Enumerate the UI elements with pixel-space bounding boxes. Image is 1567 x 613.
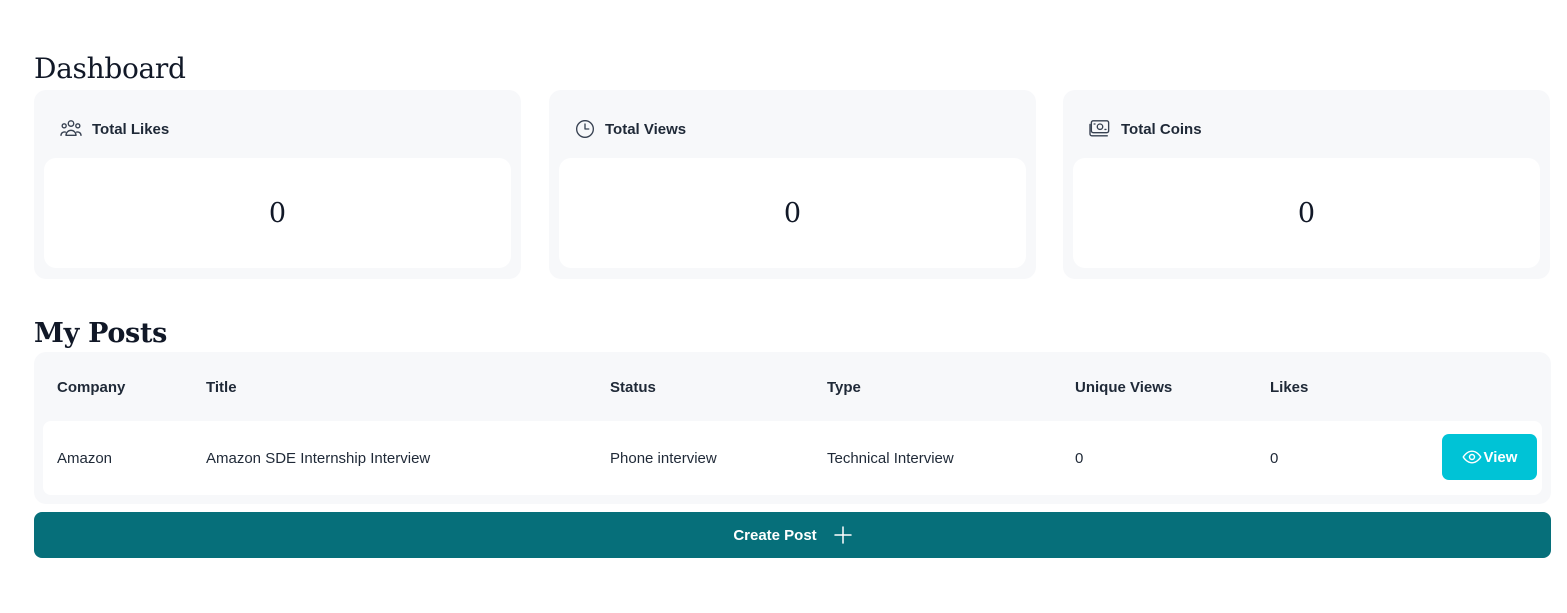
column-header-title: Title [206, 379, 237, 396]
stat-value-box: 0 [1073, 158, 1540, 268]
cell-title: Amazon SDE Internship Interview [206, 450, 431, 467]
stat-card-total-views: Total Views 0 [549, 90, 1036, 279]
stat-value-box: 0 [44, 158, 511, 268]
posts-table: Company Title Status Type Unique Views L… [34, 352, 1551, 504]
stat-value: 0 [1297, 197, 1316, 229]
cell-status: Phone interview [610, 450, 717, 467]
stat-label: Total Coins [1121, 120, 1202, 138]
stat-value: 0 [268, 197, 287, 229]
cell-type: Technical Interview [827, 450, 954, 467]
view-button-label: View [1483, 448, 1518, 466]
cash-icon [1089, 120, 1110, 137]
stat-label: Total Likes [92, 120, 170, 138]
stat-value-box: 0 [559, 158, 1026, 268]
view-post-button[interactable]: View [1442, 434, 1537, 480]
stat-value: 0 [783, 197, 802, 229]
plus-icon [833, 526, 852, 544]
stat-card-total-coins: Total Coins 0 [1063, 90, 1550, 279]
eye-icon [1462, 450, 1481, 464]
column-header-type: Type [827, 379, 861, 396]
column-header-company: Company [57, 379, 126, 396]
section-title-my-posts: My Posts [34, 318, 168, 350]
column-header-unique-views: Unique Views [1075, 379, 1173, 396]
create-post-button[interactable]: Create Post [34, 512, 1551, 558]
table-row: Amazon Amazon SDE Internship Interview P… [43, 421, 1542, 495]
column-header-status: Status [610, 379, 656, 396]
page-title: Dashboard [34, 51, 186, 85]
users-icon [60, 120, 82, 137]
cell-company: Amazon [57, 450, 113, 467]
clock-icon [576, 120, 594, 138]
create-post-label: Create Post [733, 526, 817, 544]
stat-card-total-likes: Total Likes 0 [34, 90, 521, 279]
cell-unique-views: 0 [1075, 450, 1084, 467]
column-header-likes: Likes [1270, 379, 1309, 396]
cell-likes: 0 [1270, 450, 1279, 467]
stat-label: Total Views [605, 120, 687, 138]
